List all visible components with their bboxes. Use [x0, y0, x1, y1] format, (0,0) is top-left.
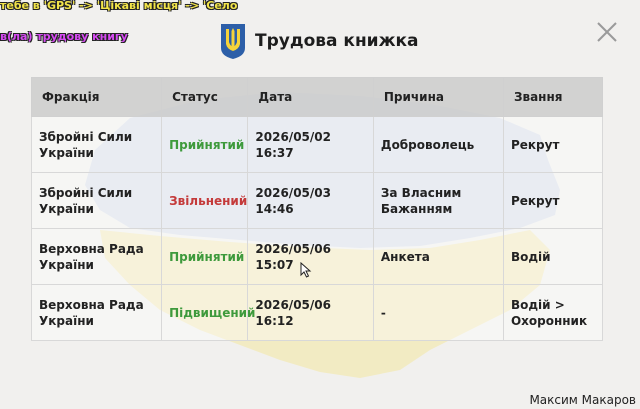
employment-history-table: Фракція Статус Дата Причина Звання Зброй…: [30, 77, 604, 341]
cell-faction: Збройні Сили України: [30, 116, 163, 173]
dialog-title: Трудова книжка: [255, 31, 419, 51]
cell-faction: Верховна Рада України: [30, 284, 163, 341]
cell-rank: Рекрут: [502, 172, 604, 229]
cell-date: 2026/05/06 16:12: [247, 284, 374, 341]
table-row: Збройні Сили України Звільнений 2026/05/…: [30, 172, 604, 229]
column-header-faction: Фракція: [30, 77, 163, 117]
cell-rank: Водій > Охоронник: [502, 284, 604, 341]
table-header-row: Фракція Статус Дата Причина Звання: [30, 77, 604, 117]
cell-faction: Збройні Сили України: [30, 172, 163, 229]
cell-reason: За Власним Бажанням: [372, 172, 504, 229]
player-name: Максим Макаров: [529, 393, 636, 407]
column-header-rank: Звання: [502, 77, 604, 117]
cell-faction: Верховна Рада України: [30, 228, 163, 285]
cell-rank: Рекрут: [502, 116, 604, 173]
cell-reason: Анкета: [372, 228, 504, 285]
cell-date: 2026/05/02 16:37: [247, 116, 374, 173]
cell-date: 2026/05/03 14:46: [247, 172, 374, 229]
close-icon[interactable]: [595, 20, 619, 44]
cell-reason: -: [372, 284, 504, 341]
table-row: Верховна Рада України Прийнятий 2026/05/…: [30, 228, 604, 285]
mouse-cursor-icon: [300, 262, 312, 278]
chat-message-line: в(ла) трудову книгу: [0, 30, 128, 43]
cell-status: Підвищений: [161, 284, 255, 341]
table-row: Верховна Рада України Підвищений 2026/05…: [30, 284, 604, 341]
column-header-status: Статус: [161, 77, 249, 117]
cell-status: Прийнятий: [161, 228, 249, 285]
cell-reason: Доброволець: [372, 116, 504, 173]
table-row: Збройні Сили України Прийнятий 2026/05/0…: [30, 116, 604, 173]
column-header-reason: Причина: [372, 77, 504, 117]
cell-status: Прийнятий: [161, 116, 249, 173]
dialog-header: Трудова книжка: [219, 21, 419, 61]
trident-coat-of-arms-icon: [221, 24, 245, 59]
cell-rank: Водій: [502, 228, 604, 285]
column-header-date: Дата: [247, 77, 374, 117]
cell-status: Звільнений: [161, 172, 249, 229]
chat-hint-line: тебе в 'GPS' -> 'Цікаві місця' -> 'Село: [0, 0, 238, 12]
